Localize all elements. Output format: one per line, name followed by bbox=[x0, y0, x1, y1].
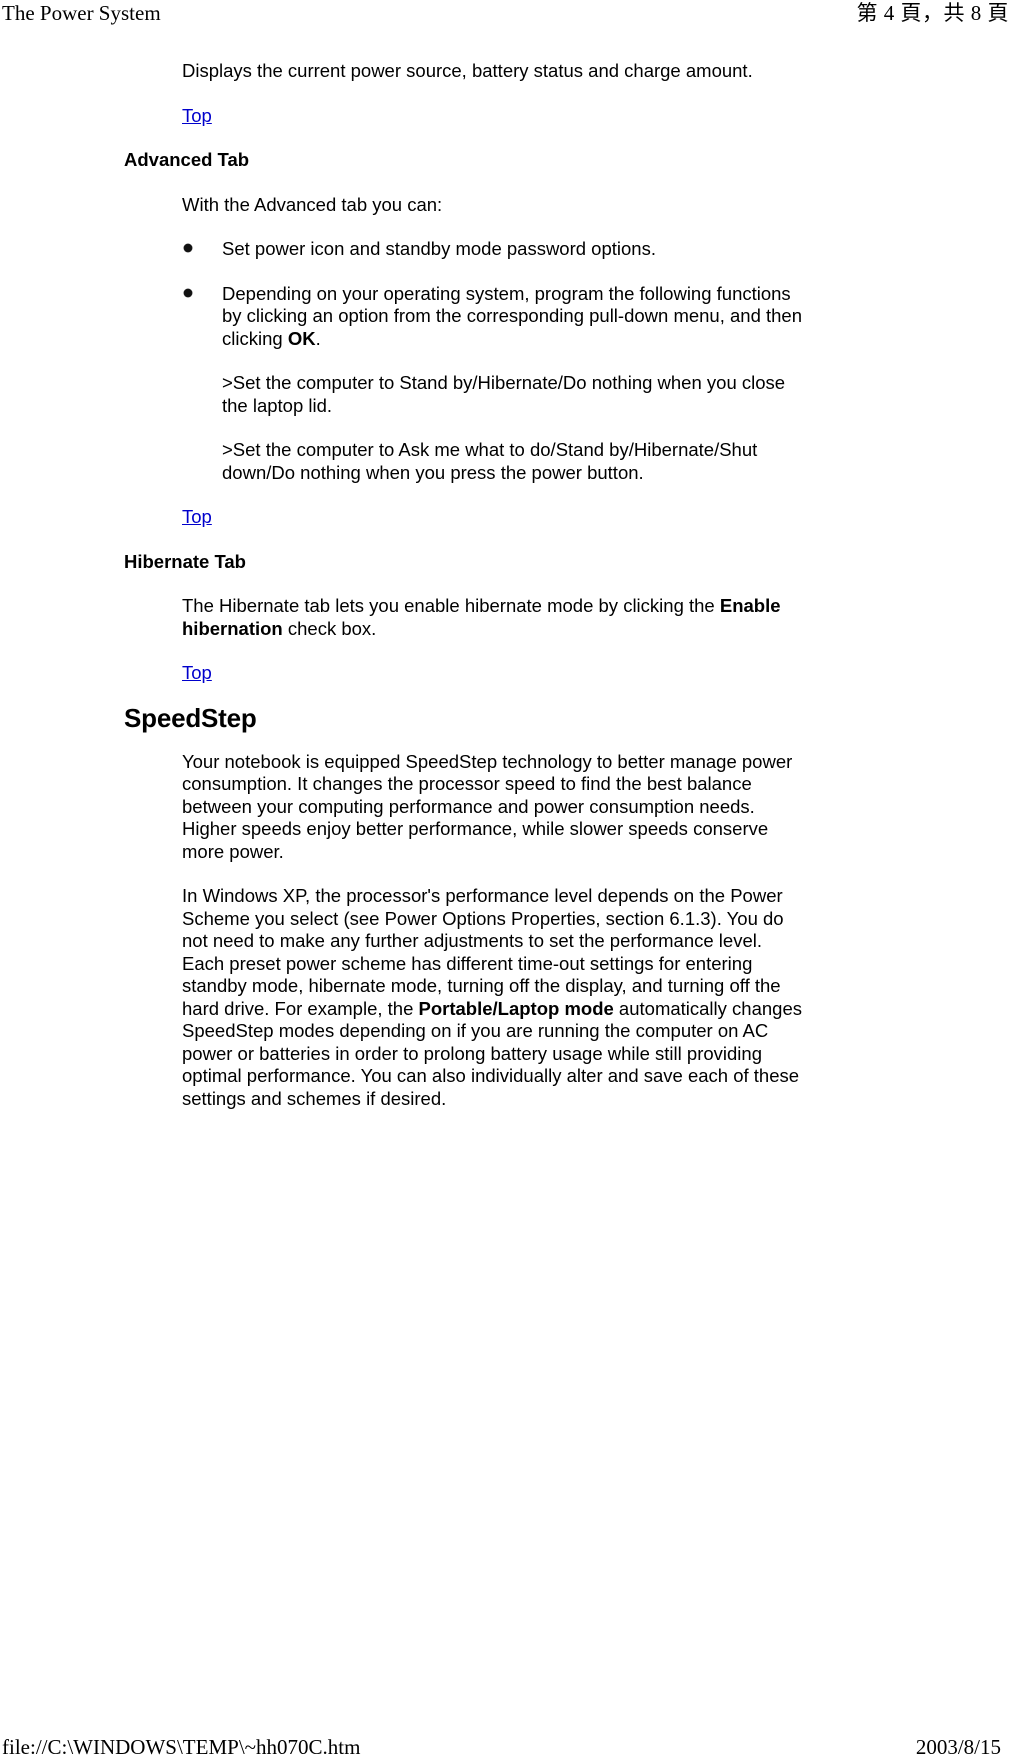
bullet-text-part-2: . bbox=[316, 328, 321, 349]
speedstep-paragraph-2: In Windows XP, the processor's performan… bbox=[182, 885, 802, 1110]
advanced-tab-lead-text: With the Advanced tab you can: bbox=[182, 194, 802, 217]
page-number-indicator: 第 4 頁，共 8 頁 bbox=[857, 0, 1013, 26]
footer-date: 2003/8/15 bbox=[916, 1734, 1013, 1760]
document-body: Displays the current power source, batte… bbox=[0, 34, 1013, 1110]
advanced-sub-item-2: >Set the computer to Ask me what to do/S… bbox=[222, 439, 802, 484]
hibernate-body-part-1: The Hibernate tab lets you enable hibern… bbox=[182, 595, 720, 616]
list-item: Set power icon and standby mode password… bbox=[222, 238, 802, 261]
speedstep-paragraph-1: Your notebook is equipped SpeedStep tech… bbox=[182, 751, 802, 864]
bullet-point-icon bbox=[184, 289, 192, 297]
top-link-1-wrapper: Top bbox=[182, 105, 1013, 128]
bullet-text-bold-ok: OK bbox=[288, 328, 316, 349]
bullet-point-icon bbox=[184, 244, 192, 252]
top-anchor-link[interactable]: Top bbox=[182, 506, 212, 527]
speedstep-heading-wrapper: SpeedStep bbox=[124, 703, 1013, 733]
advanced-sub-item-1: >Set the computer to Stand by/Hibernate/… bbox=[222, 372, 802, 417]
footer-file-path: file://C:\WINDOWS\TEMP\~hh070C.htm bbox=[0, 1734, 360, 1760]
hibernate-tab-body-wrapper: The Hibernate tab lets you enable hibern… bbox=[182, 595, 802, 640]
speedstep-paragraph-1-wrapper: Your notebook is equipped SpeedStep tech… bbox=[182, 751, 802, 864]
advanced-tab-heading: Advanced Tab bbox=[124, 149, 1013, 172]
page-running-header: The Power System 第 4 頁，共 8 頁 bbox=[0, 0, 1013, 34]
top-link-3-wrapper: Top bbox=[182, 662, 1013, 685]
page-running-footer: file://C:\WINDOWS\TEMP\~hh070C.htm 2003/… bbox=[0, 1734, 1013, 1760]
list-item: Depending on your operating system, prog… bbox=[222, 283, 802, 351]
intro-paragraph: Displays the current power source, batte… bbox=[182, 60, 802, 83]
hibernate-tab-heading: Hibernate Tab bbox=[124, 551, 1013, 574]
speedstep-p2-bold: Portable/Laptop mode bbox=[419, 998, 614, 1019]
speedstep-heading: SpeedStep bbox=[124, 703, 1013, 733]
top-anchor-link[interactable]: Top bbox=[182, 105, 212, 126]
top-link-2-wrapper: Top bbox=[182, 506, 1013, 529]
advanced-tab-bullet-list: Set power icon and standby mode password… bbox=[0, 238, 1013, 350]
top-anchor-link[interactable]: Top bbox=[182, 662, 212, 683]
bullet-text: Set power icon and standby mode password… bbox=[222, 238, 656, 259]
document-title: The Power System bbox=[0, 0, 161, 26]
hibernate-tab-heading-wrapper: Hibernate Tab bbox=[124, 551, 1013, 574]
intro-paragraph-wrapper: Displays the current power source, batte… bbox=[182, 60, 802, 83]
speedstep-paragraph-2-wrapper: In Windows XP, the processor's performan… bbox=[182, 885, 802, 1110]
advanced-sub-item-1-wrapper: >Set the computer to Stand by/Hibernate/… bbox=[222, 372, 802, 417]
advanced-tab-lead-wrapper: With the Advanced tab you can: bbox=[182, 194, 802, 217]
advanced-sub-item-2-wrapper: >Set the computer to Ask me what to do/S… bbox=[222, 439, 802, 484]
advanced-tab-heading-wrapper: Advanced Tab bbox=[124, 149, 1013, 172]
hibernate-tab-body: The Hibernate tab lets you enable hibern… bbox=[182, 595, 802, 640]
hibernate-body-part-2: check box. bbox=[283, 618, 377, 639]
